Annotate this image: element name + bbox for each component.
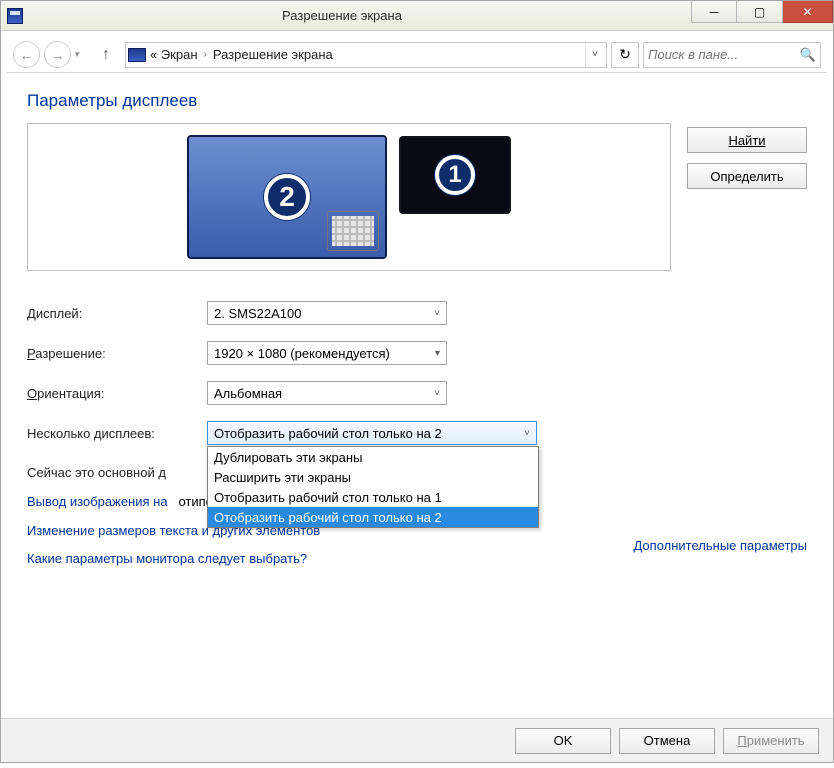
minimize-button[interactable]: ─ [691, 1, 737, 23]
chevron-down-icon: ˅ [434, 388, 440, 399]
window: Разрешение экрана ─ ▢ ✕ ← → ▾ ↑ « Экран … [0, 0, 834, 763]
display-preview-row: 2 1 Найти Определить [27, 123, 807, 271]
identify-button[interactable]: Определить [687, 163, 807, 189]
maximize-button[interactable]: ▢ [737, 1, 783, 23]
multiple-displays-value: Отобразить рабочий стол только на 2 [214, 426, 442, 441]
row-display: Дисплей: 2. SMS22A100 ˅ [27, 293, 807, 333]
content: Параметры дисплеев 2 1 Найти Определить … [1, 73, 833, 718]
monitor-2-badge: 2 [264, 174, 310, 220]
titlebar: Разрешение экрана ─ ▢ ✕ [1, 1, 833, 31]
breadcrumb-arrow-icon: › [204, 49, 207, 60]
orientation-select-value: Альбомная [214, 386, 282, 401]
settings-form: Дисплей: 2. SMS22A100 ˅ Разрешение: 1920… [27, 293, 807, 453]
search-input[interactable] [648, 47, 800, 62]
dropdown-option[interactable]: Отобразить рабочий стол только на 1 [208, 487, 538, 507]
row-resolution: Разрешение: 1920 × 1080 (рекомендуется) … [27, 333, 807, 373]
cancel-button[interactable]: Отмена [619, 728, 715, 754]
project-link[interactable]: Вывод изображения на [27, 494, 168, 509]
resolution-select[interactable]: 1920 × 1080 (рекомендуется) ▾ [207, 341, 447, 365]
window-buttons: ─ ▢ ✕ [691, 1, 833, 30]
footer: OK Отмена Применить [1, 718, 833, 762]
ok-button[interactable]: OK [515, 728, 611, 754]
multiple-displays-select[interactable]: Отобразить рабочий стол только на 2 ˅ Ду… [207, 421, 537, 445]
help-link[interactable]: Какие параметры монитора следует выбрать… [27, 551, 307, 566]
apply-button[interactable]: Применить [723, 728, 819, 754]
breadcrumb-seg-2[interactable]: Разрешение экрана [213, 47, 333, 62]
monitor-2[interactable]: 2 [187, 135, 387, 259]
address-bar[interactable]: « Экран › Разрешение экрана ˅ [125, 42, 607, 68]
keyboard-icon [327, 211, 379, 251]
toolbar: ← → ▾ ↑ « Экран › Разрешение экрана ˅ ↻ … [7, 37, 827, 73]
display-select[interactable]: 2. SMS22A100 ˅ [207, 301, 447, 325]
orientation-select[interactable]: Альбомная ˅ [207, 381, 447, 405]
display-preview[interactable]: 2 1 [27, 123, 671, 271]
project-text-tail [171, 494, 175, 509]
history-dropdown-icon[interactable]: ▾ [75, 49, 87, 60]
monitor-1-badge: 1 [435, 155, 475, 195]
chevron-down-icon: ˅ [524, 428, 530, 439]
address-dropdown-icon[interactable]: ˅ [585, 43, 604, 67]
advanced-settings-link[interactable]: Дополнительные параметры [633, 538, 807, 553]
dropdown-option-selected[interactable]: Отобразить рабочий стол только на 2 [208, 507, 538, 527]
search-icon: 🔍 [800, 47, 816, 63]
chevron-down-icon: ˅ [434, 308, 440, 319]
back-button[interactable]: ← [13, 41, 40, 68]
app-icon [7, 8, 23, 24]
monitor-1[interactable]: 1 [399, 136, 511, 214]
dropdown-option[interactable]: Дублировать эти экраны [208, 447, 538, 467]
label-resolution: Разрешение: [27, 346, 207, 361]
search-box[interactable]: 🔍 [643, 42, 821, 68]
label-display: Дисплей: [27, 306, 207, 321]
window-title: Разрешение экрана [0, 8, 691, 23]
close-button[interactable]: ✕ [783, 1, 833, 23]
resolution-select-value: 1920 × 1080 (рекомендуется) [214, 346, 390, 361]
page-title: Параметры дисплеев [27, 91, 807, 111]
up-button[interactable]: ↑ [95, 44, 117, 66]
row-orientation: Ориентация: Альбомная ˅ [27, 373, 807, 413]
chevron-down-icon: ▾ [435, 348, 440, 359]
breadcrumb-seg-1[interactable]: « Экран [150, 47, 198, 62]
addressbar-icon [128, 48, 146, 62]
side-buttons: Найти Определить [687, 127, 807, 189]
refresh-button[interactable]: ↻ [611, 42, 639, 68]
dropdown-option[interactable]: Расширить эти экраны [208, 467, 538, 487]
row-multiple: Несколько дисплеев: Отобразить рабочий с… [27, 413, 807, 453]
label-multiple: Несколько дисплеев: [27, 426, 207, 441]
multiple-displays-dropdown: Дублировать эти экраны Расширить эти экр… [207, 446, 539, 528]
forward-button[interactable]: → [44, 41, 71, 68]
detect-button[interactable]: Найти [687, 127, 807, 153]
label-orientation: Ориентация: [27, 386, 207, 401]
display-select-value: 2. SMS22A100 [214, 306, 301, 321]
